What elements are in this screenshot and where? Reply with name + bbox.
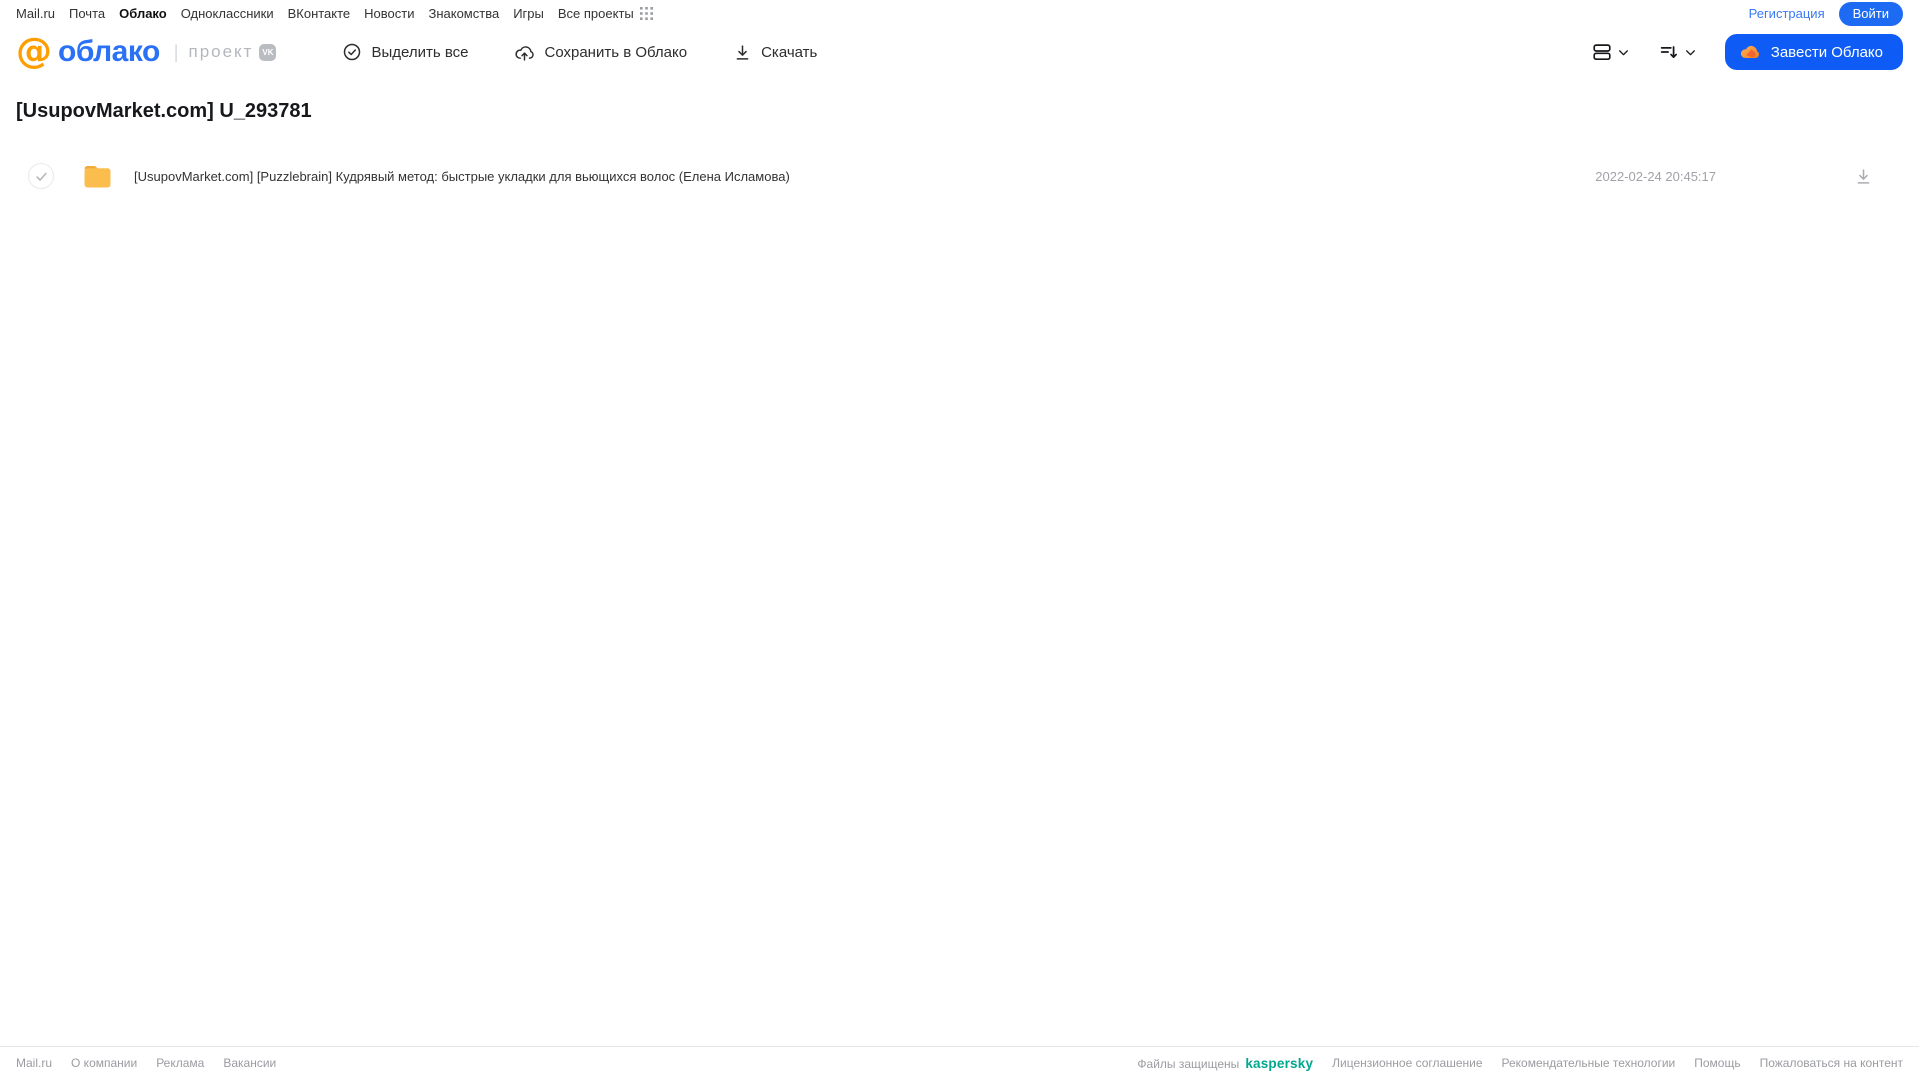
footer-link-about[interactable]: О компании [71, 1056, 137, 1070]
check-circle-icon [342, 42, 362, 62]
portal-nav: Mail.ru Почта Облако Одноклассники ВКонт… [0, 0, 1919, 27]
download-icon [733, 43, 752, 62]
file-date: 2022-02-24 20:45:17 [1595, 168, 1716, 184]
footer-link-jobs[interactable]: Вакансии [223, 1056, 276, 1070]
footer-link-license[interactable]: Лицензионное соглашение [1332, 1056, 1482, 1070]
sort-dropdown[interactable] [1658, 41, 1697, 63]
vk-logo-icon: VK [259, 43, 277, 61]
select-all-label: Выделить все [371, 43, 469, 61]
login-button[interactable]: Войти [1838, 1, 1903, 26]
mailru-at-icon: @ [16, 31, 52, 72]
select-all-button[interactable]: Выделить все [342, 42, 468, 62]
portal-link-vkontakte[interactable]: ВКонтакте [288, 6, 351, 21]
cloud-logo[interactable]: @ облако [16, 34, 160, 70]
save-to-cloud-label: Сохранить в Облако [544, 43, 688, 61]
app-header: @ облако | проект VK Выделить все Сохран… [0, 27, 1919, 77]
footer-link-help[interactable]: Помощь [1694, 1056, 1740, 1070]
protected-label: Файлы защищены [1137, 1056, 1240, 1071]
page-title: [UsupovMarket.com] U_293781 [16, 100, 312, 122]
logo-text: облако [58, 35, 160, 68]
file-name[interactable]: [UsupovMarket.com] [Puzzlebrain] Кудрявы… [134, 169, 1595, 184]
get-cloud-label: Завести Облако [1770, 43, 1883, 61]
row-checkbox[interactable] [28, 163, 54, 189]
get-cloud-button[interactable]: Завести Облако [1724, 34, 1903, 70]
kaspersky-protected: Файлы защищены kaspersky [1137, 1056, 1313, 1071]
cloud-upload-icon [514, 42, 535, 63]
footer: Mail.ru О компании Реклама Вакансии Файл… [0, 1046, 1919, 1079]
sort-icon [1658, 41, 1680, 63]
chevron-down-icon [1617, 46, 1630, 59]
portal-link-cloud[interactable]: Облако [119, 6, 167, 21]
portal-link-dating[interactable]: Знакомства [428, 6, 499, 21]
list-view-icon [1591, 41, 1613, 63]
share-toolbar: Выделить все Сохранить в Облако Скачать [342, 42, 863, 63]
folder-icon [82, 163, 113, 190]
apps-grid-icon[interactable] [639, 7, 653, 20]
portal-link-mailru[interactable]: Mail.ru [16, 6, 55, 21]
download-label: Скачать [761, 43, 818, 61]
registration-link[interactable]: Регистрация [1749, 6, 1825, 21]
cloud-icon [1739, 41, 1761, 63]
footer-link-report-content[interactable]: Пожаловаться на контент [1760, 1056, 1903, 1070]
footer-link-mailru[interactable]: Mail.ru [16, 1056, 52, 1070]
row-download-icon[interactable] [1854, 167, 1873, 186]
portal-link-all-projects[interactable]: Все проекты [558, 6, 634, 21]
portal-link-games[interactable]: Игры [513, 6, 544, 21]
kaspersky-logo[interactable]: kaspersky [1245, 1056, 1313, 1071]
footer-link-recommendation-tech[interactable]: Рекомендательные технологии [1502, 1056, 1676, 1070]
portal-link-news[interactable]: Новости [364, 6, 414, 21]
file-row[interactable]: [UsupovMarket.com] [Puzzlebrain] Кудрявы… [0, 156, 1919, 196]
logo-divider: | [173, 41, 179, 62]
portal-link-mail[interactable]: Почта [69, 6, 105, 21]
download-button[interactable]: Скачать [733, 43, 817, 62]
chevron-down-icon [1684, 46, 1697, 59]
view-mode-dropdown[interactable] [1591, 41, 1630, 63]
portal-link-odnoklassniki[interactable]: Одноклассники [181, 6, 274, 21]
footer-link-ads[interactable]: Реклама [156, 1056, 204, 1070]
vk-project-label: проект [188, 42, 254, 61]
save-to-cloud-button[interactable]: Сохранить в Облако [514, 42, 687, 63]
